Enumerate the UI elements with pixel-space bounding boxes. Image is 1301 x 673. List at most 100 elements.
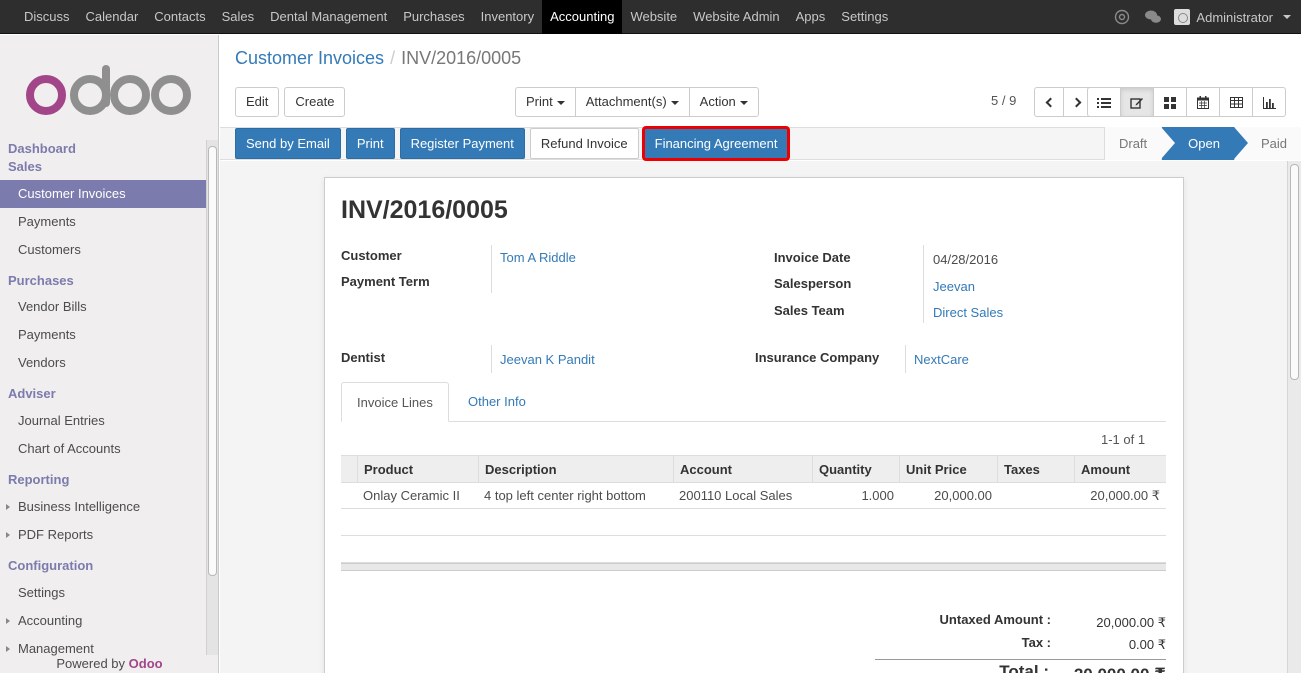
financing-agreement-button[interactable]: Financing Agreement <box>641 126 791 161</box>
caret-down-icon <box>670 100 679 105</box>
print-invoice-button[interactable]: Print <box>345 128 395 159</box>
sidebar-item-vendor-payments[interactable]: Payments <box>0 321 206 349</box>
customer-value[interactable]: Tom A Riddle <box>500 250 576 265</box>
menu-inventory[interactable]: Inventory <box>473 0 542 34</box>
sidebar-item-business-intelligence[interactable]: Business Intelligence <box>0 493 206 521</box>
tax-value: 0.00 ₹ <box>1128 637 1166 652</box>
sales-team-label: Sales Team <box>774 303 845 318</box>
graph-view-button[interactable] <box>1252 87 1286 117</box>
edit-form-icon <box>1130 97 1143 109</box>
totals-divider <box>875 659 1166 660</box>
invoice-sheet: INV/2016/0005 Customer Payment Term Tom … <box>324 177 1184 673</box>
menu-website-admin[interactable]: Website Admin <box>685 0 787 34</box>
col-taxes[interactable]: Taxes <box>997 456 1040 483</box>
sidebar-section-adviser: Adviser <box>8 386 56 401</box>
pager-buttons <box>1034 87 1093 117</box>
chevron-right-icon <box>1071 97 1082 108</box>
sidebar-item-pdf-reports[interactable]: PDF Reports <box>0 521 206 549</box>
sidebar-item-settings[interactable]: Settings <box>0 579 206 607</box>
user-menu[interactable]: Administrator <box>1174 9 1291 25</box>
action-buttons: Send by Email Print Register Payment Ref… <box>235 126 791 161</box>
create-button[interactable]: Create <box>284 87 346 117</box>
refund-invoice-button[interactable]: Refund Invoice <box>529 128 639 159</box>
pivot-view-button[interactable] <box>1219 87 1253 117</box>
cell-unit-price: 20,000.00 <box>934 488 992 503</box>
edit-button[interactable]: Edit <box>235 87 280 117</box>
powered-by-brand[interactable]: Odoo <box>129 656 163 671</box>
sales-team-value[interactable]: Direct Sales <box>933 305 1003 320</box>
at-sign-icon[interactable] <box>1114 9 1130 25</box>
sidebar-item-vendors[interactable]: Vendors <box>0 349 206 377</box>
tab-other-info[interactable]: Other Info <box>453 382 541 422</box>
sidebar-item-label: Accounting <box>18 613 83 628</box>
register-payment-button[interactable]: Register Payment <box>399 128 525 159</box>
cell-amount: 20,000.00 ₹ <box>1090 488 1160 503</box>
kanban-view-button[interactable] <box>1153 87 1187 117</box>
breadcrumb: Customer Invoices / INV/2016/0005 <box>235 48 521 69</box>
pager-previous-button[interactable] <box>1034 87 1064 117</box>
action-dropdown[interactable]: Action <box>688 87 759 117</box>
chat-bubbles-icon[interactable] <box>1144 9 1162 25</box>
powered-by-text: Powered by <box>56 656 126 671</box>
send-by-email-button[interactable]: Send by Email <box>235 128 341 159</box>
table-footer <box>341 563 1166 571</box>
dentist-value[interactable]: Jeevan K Pandit <box>500 352 595 367</box>
bar-chart-icon <box>1262 96 1276 109</box>
menu-purchases[interactable]: Purchases <box>395 0 472 34</box>
tax-label: Tax : <box>1021 635 1051 650</box>
col-description[interactable]: Description <box>478 456 557 483</box>
list-view-button[interactable] <box>1087 87 1121 117</box>
menu-settings[interactable]: Settings <box>833 0 896 34</box>
top-navbar: Discuss Calendar Contacts Sales Dental M… <box>0 0 1301 34</box>
sidebar-item-journal-entries[interactable]: Journal Entries <box>0 407 206 435</box>
form-statusbar: Send by Email Print Register Payment Ref… <box>220 126 1301 161</box>
expand-triangle-icon <box>6 618 10 624</box>
stage-open: Open <box>1161 127 1248 160</box>
attachments-dropdown[interactable]: Attachment(s) <box>574 87 690 117</box>
payment-term-label: Payment Term <box>341 274 430 289</box>
col-unit-price[interactable]: Unit Price <box>899 456 967 483</box>
menu-dental-management[interactable]: Dental Management <box>262 0 395 34</box>
main-content: Customer Invoices / INV/2016/0005 Edit Cre… <box>220 35 1301 673</box>
scrollbar-thumb[interactable] <box>208 146 217 576</box>
col-account[interactable]: Account <box>673 456 732 483</box>
calendar-icon <box>1197 96 1209 110</box>
menu-discuss[interactable]: Discuss <box>16 0 78 34</box>
salesperson-label: Salesperson <box>774 276 852 291</box>
sidebar-item-customer-invoices[interactable]: Customer Invoices <box>0 180 206 208</box>
form-scrollbar[interactable] <box>1287 161 1301 673</box>
scrollbar-thumb[interactable] <box>1290 164 1299 380</box>
pager-value[interactable]: 5 / 9 <box>991 93 1016 108</box>
breadcrumb-customer-invoices[interactable]: Customer Invoices <box>235 48 384 68</box>
menu-sales[interactable]: Sales <box>214 0 263 34</box>
sidebar-item-customers[interactable]: Customers <box>0 236 206 264</box>
stage-draft: Draft <box>1103 127 1162 160</box>
sidebar-section-dashboard[interactable]: Dashboard <box>0 140 206 158</box>
table-row[interactable]: Onlay Ceramic II 4 top left center right… <box>341 483 1166 509</box>
form-view-button[interactable] <box>1120 87 1154 117</box>
sidebar-item-payments[interactable]: Payments <box>0 208 206 236</box>
menu-apps[interactable]: Apps <box>788 0 834 34</box>
cell-product: Onlay Ceramic II <box>363 488 460 503</box>
sidebar-item-accounting[interactable]: Accounting <box>0 607 206 635</box>
print-dropdown[interactable]: Print <box>515 87 576 117</box>
invoice-lines-table: Product Description Account Quantity Uni… <box>341 455 1166 571</box>
col-amount[interactable]: Amount <box>1074 456 1130 483</box>
caret-down-icon <box>739 100 748 105</box>
avatar <box>1174 9 1191 25</box>
salesperson-value[interactable]: Jeevan <box>933 279 975 294</box>
menu-website[interactable]: Website <box>622 0 685 34</box>
sidebar-item-vendor-bills[interactable]: Vendor Bills <box>0 293 206 321</box>
sidebar-scrollbar[interactable] <box>206 140 218 655</box>
tab-invoice-lines[interactable]: Invoice Lines <box>341 382 449 422</box>
sidebar-item-chart-of-accounts[interactable]: Chart of Accounts <box>0 435 206 463</box>
menu-calendar[interactable]: Calendar <box>78 0 147 34</box>
dentist-label: Dentist <box>341 350 386 365</box>
col-product[interactable]: Product <box>357 456 413 483</box>
menu-accounting[interactable]: Accounting <box>542 0 623 34</box>
col-quantity[interactable]: Quantity <box>812 456 872 483</box>
calendar-view-button[interactable] <box>1186 87 1220 117</box>
menu-contacts[interactable]: Contacts <box>146 0 213 34</box>
insurance-company-value[interactable]: NextCare <box>914 352 969 367</box>
expand-triangle-icon <box>6 532 10 538</box>
